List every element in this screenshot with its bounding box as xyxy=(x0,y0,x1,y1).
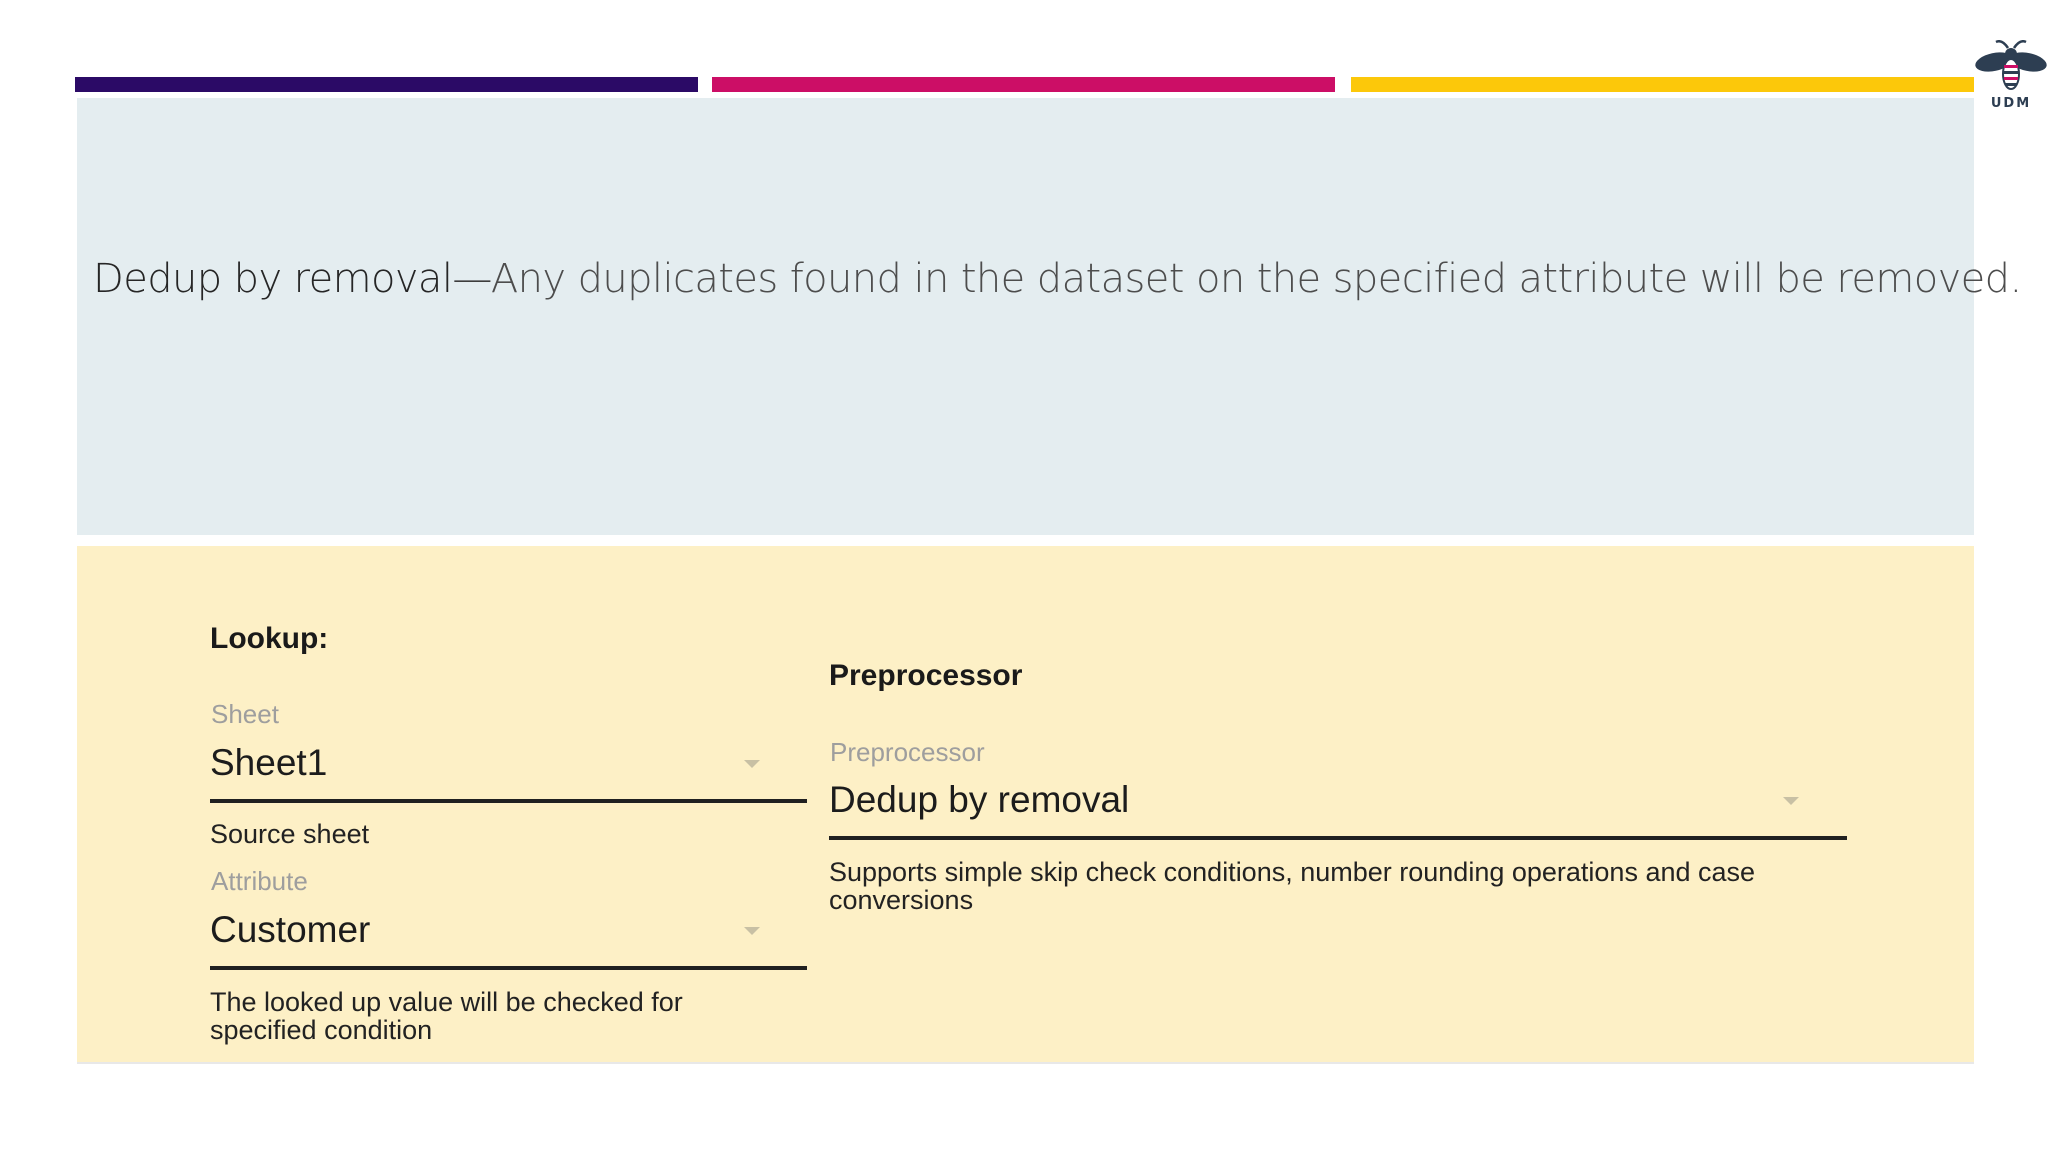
preprocessor-label: Preprocessor xyxy=(830,737,985,767)
chevron-down-icon[interactable] xyxy=(1783,797,1799,805)
accent-bar-purple xyxy=(75,77,698,92)
preprocessor-select[interactable]: Dedup by removal xyxy=(829,779,1129,821)
sheet-select-underline xyxy=(210,799,807,803)
sheet-label: Sheet xyxy=(211,699,279,729)
attribute-select-underline xyxy=(210,966,807,970)
headline-description: Any duplicates found in the dataset on t… xyxy=(490,256,2022,302)
sheet-select[interactable]: Sheet1 xyxy=(210,742,327,784)
chevron-down-icon[interactable] xyxy=(744,927,760,935)
headline-term: Dedup by removal xyxy=(93,256,453,302)
preprocessor-select-underline xyxy=(829,836,1847,840)
chevron-down-icon[interactable] xyxy=(744,760,760,768)
preprocessor-hint: Supports simple skip check conditions, n… xyxy=(829,857,1756,915)
preprocessor-title: Preprocessor xyxy=(829,659,1023,692)
description-panel: Dedup by removal—Any duplicates found in… xyxy=(77,98,2022,535)
attribute-hint: The looked up value will be checked for … xyxy=(210,987,683,1045)
sheet-hint: Source sheet xyxy=(210,819,370,849)
logo-text: UDM xyxy=(1990,96,2032,111)
bee-logo-icon: UDM xyxy=(1974,40,2048,116)
slide-headline: Dedup by removal—Any duplicates found in… xyxy=(93,256,2022,302)
attribute-label: Attribute xyxy=(211,866,308,896)
accent-bar-yellow xyxy=(1351,77,1974,92)
headline-dash: — xyxy=(452,256,491,302)
lookup-title: Lookup: xyxy=(210,622,329,655)
panel-bottom-border xyxy=(77,1062,1974,1064)
accent-bar-pink xyxy=(712,77,1335,92)
attribute-select[interactable]: Customer xyxy=(210,909,370,951)
settings-screenshot-panel: Lookup: Sheet Sheet1 Source sheet Attrib… xyxy=(77,546,1974,1062)
